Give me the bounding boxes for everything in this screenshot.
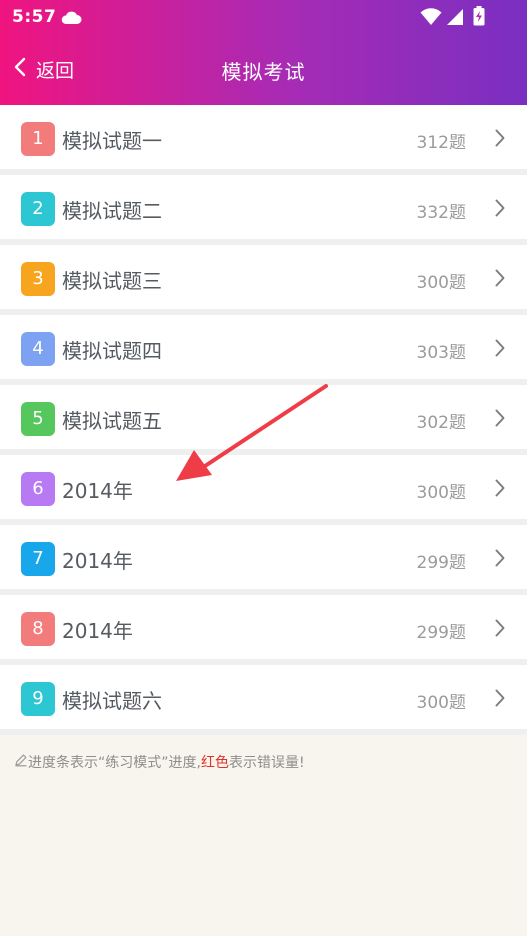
item-number-badge: 8 (21, 612, 55, 646)
chevron-right-icon (495, 409, 505, 431)
exam-item-7[interactable]: 7 2014年 299题 (0, 525, 527, 595)
chevron-right-icon (495, 269, 505, 291)
status-bar: 5:57 (0, 0, 527, 36)
annotation-arrow-icon (172, 382, 332, 491)
item-title: 2014年 (62, 549, 133, 573)
item-number-badge: 2 (21, 192, 55, 226)
signal-icon (446, 8, 464, 30)
question-count: 300题 (416, 273, 466, 293)
chevron-right-icon (495, 549, 505, 571)
item-number-badge: 4 (21, 332, 55, 366)
app-header: 5:57 返回 模拟考试 (0, 0, 527, 105)
question-count: 303题 (416, 343, 466, 363)
question-count: 302题 (416, 413, 466, 433)
question-count: 332题 (416, 203, 466, 223)
exam-item-4[interactable]: 4 模拟试题四 303题 (0, 315, 527, 385)
item-number-badge: 9 (21, 682, 55, 716)
item-title: 模拟试题四 (62, 339, 162, 363)
hint-text-prefix: 进度条表示“练习模式”进度, (28, 755, 201, 771)
item-number-badge: 7 (21, 542, 55, 576)
cloud-icon (60, 9, 82, 29)
wifi-icon (420, 8, 442, 30)
hint-text-suffix: 表示错误量! (228, 755, 305, 771)
exam-item-9[interactable]: 9 模拟试题六 300题 (0, 665, 527, 735)
page-title: 模拟考试 (221, 60, 306, 84)
question-count: 312题 (416, 133, 466, 153)
question-count: 300题 (416, 693, 466, 713)
item-number-badge: 3 (21, 262, 55, 296)
chevron-right-icon (495, 689, 505, 711)
chevron-right-icon (495, 199, 505, 221)
chevron-right-icon (495, 129, 505, 151)
chevron-right-icon (495, 619, 505, 641)
item-number-badge: 6 (21, 472, 55, 506)
exam-item-1[interactable]: 1 模拟试题一 312题 (0, 105, 527, 175)
progress-hint: 进度条表示“练习模式”进度, 红色 表示错误量! (14, 752, 305, 772)
item-title: 2014年 (62, 479, 133, 503)
item-title: 模拟试题二 (62, 199, 162, 223)
hint-text-red: 红色 (200, 755, 229, 771)
item-number-badge: 5 (21, 402, 55, 436)
item-title: 模拟试题三 (62, 269, 162, 293)
pencil-icon (14, 753, 28, 771)
status-time: 5:57 (12, 7, 57, 27)
exam-item-3[interactable]: 3 模拟试题三 300题 (0, 245, 527, 315)
item-title: 模拟试题五 (62, 409, 162, 433)
chevron-right-icon (495, 339, 505, 361)
battery-icon (473, 6, 485, 30)
exam-item-2[interactable]: 2 模拟试题二 332题 (0, 175, 527, 245)
question-count: 300题 (416, 483, 466, 503)
item-title: 模拟试题一 (62, 129, 162, 153)
item-number-badge: 1 (21, 122, 55, 156)
question-count: 299题 (416, 553, 466, 573)
exam-item-8[interactable]: 8 2014年 299题 (0, 595, 527, 665)
item-title: 2014年 (62, 619, 133, 643)
question-count: 299题 (416, 623, 466, 643)
item-title: 模拟试题六 (62, 689, 162, 713)
nav-bar: 返回 模拟考试 (0, 44, 527, 94)
chevron-right-icon (495, 479, 505, 501)
